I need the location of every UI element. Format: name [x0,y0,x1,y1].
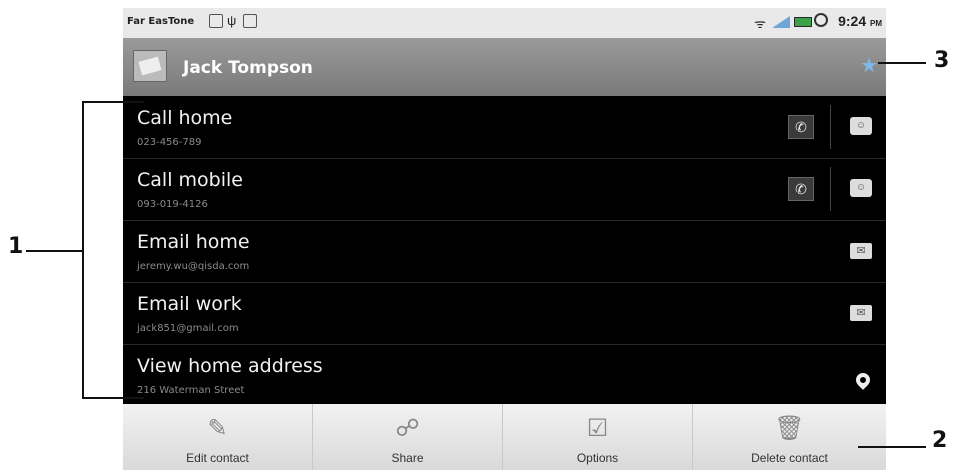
callout-2: 2 [932,428,948,453]
gmail-icon [209,14,223,28]
status-bar: Far EasTone ψ ᯤ 9:24 PM [123,8,886,38]
call-icon[interactable]: ✆ [788,177,814,201]
row-subtitle: jack851@gmail.com [137,323,239,334]
alarm-icon [814,13,828,27]
menu-label: Share [391,451,424,465]
sms-icon[interactable]: ☺ [850,117,872,135]
usb-icon: ψ [227,13,237,28]
callout-line-3 [878,62,926,64]
row-subtitle: jeremy.wu@qisda.com [137,261,250,272]
callout-line-2 [858,446,926,448]
clock-time: 9:24 [838,13,867,29]
battery-icon [794,17,812,27]
list-item[interactable]: View home address 216 Waterman Street [123,345,886,406]
contact-avatar[interactable] [133,50,167,82]
callout-1: 1 [8,234,24,259]
callout-bracket-side [82,101,84,399]
wifi-icon: ᯤ [754,16,766,31]
callout-bracket-top [82,101,144,103]
row-divider [830,105,831,149]
row-title: Email work [137,293,242,315]
row-subtitle: 216 Waterman Street [137,385,245,396]
menu-label: Delete contact [751,451,828,465]
signal-icon [772,16,790,28]
phone-screen: Far EasTone ψ ᯤ 9:24 PM Jack Tompson ★ C… [123,8,886,470]
pencil-icon: ✎ [207,415,228,442]
sdcard-icon [243,14,257,28]
row-subtitle: 023-456-789 [137,137,202,148]
list-item[interactable]: Email work jack851@gmail.com ✉ [123,283,886,345]
callout-line-1 [26,250,82,252]
email-icon[interactable]: ✉ [850,305,872,321]
menu-label: Options [576,451,619,465]
options-menu: ✎ Edit contact ☍ Share ☑ Options 🗑 Delet… [123,404,886,470]
carrier-name: Far EasTone [127,16,195,27]
sms-icon[interactable]: ☺ [850,179,872,197]
menu-label: Edit contact [186,451,249,465]
clock: 9:24 PM [838,13,882,29]
share-icon: ☍ [395,415,420,442]
edit-contact-button[interactable]: ✎ Edit contact [123,404,313,470]
share-button[interactable]: ☍ Share [313,404,503,470]
callout-3: 3 [934,48,950,73]
callout-bracket-bottom [82,397,144,399]
clock-ampm: PM [870,19,882,28]
row-subtitle: 093-019-4126 [137,199,208,210]
row-title: Call home [137,107,233,129]
map-pin-icon[interactable] [853,370,873,390]
call-icon[interactable]: ✆ [788,115,814,139]
delete-contact-button[interactable]: 🗑 Delete contact [693,404,886,470]
contact-name: Jack Tompson [183,58,313,78]
contact-detail-list: Call home 023-456-789 ✆ ☺ Call mobile 09… [123,97,886,406]
list-item[interactable]: Call home 023-456-789 ✆ ☺ [123,97,886,159]
list-item[interactable]: Call mobile 093-019-4126 ✆ ☺ [123,159,886,221]
row-title: Email home [137,231,250,253]
options-button[interactable]: ☑ Options [503,404,693,470]
list-item[interactable]: Email home jeremy.wu@qisda.com ✉ [123,221,886,283]
checklist-icon: ☑ [586,415,609,442]
row-title: Call mobile [137,169,243,191]
trash-icon: 🗑 [774,415,805,442]
star-icon[interactable]: ★ [860,56,878,76]
row-divider [830,167,831,211]
contact-header: Jack Tompson ★ [123,38,886,96]
email-icon[interactable]: ✉ [850,243,872,259]
row-title: View home address [137,355,323,377]
